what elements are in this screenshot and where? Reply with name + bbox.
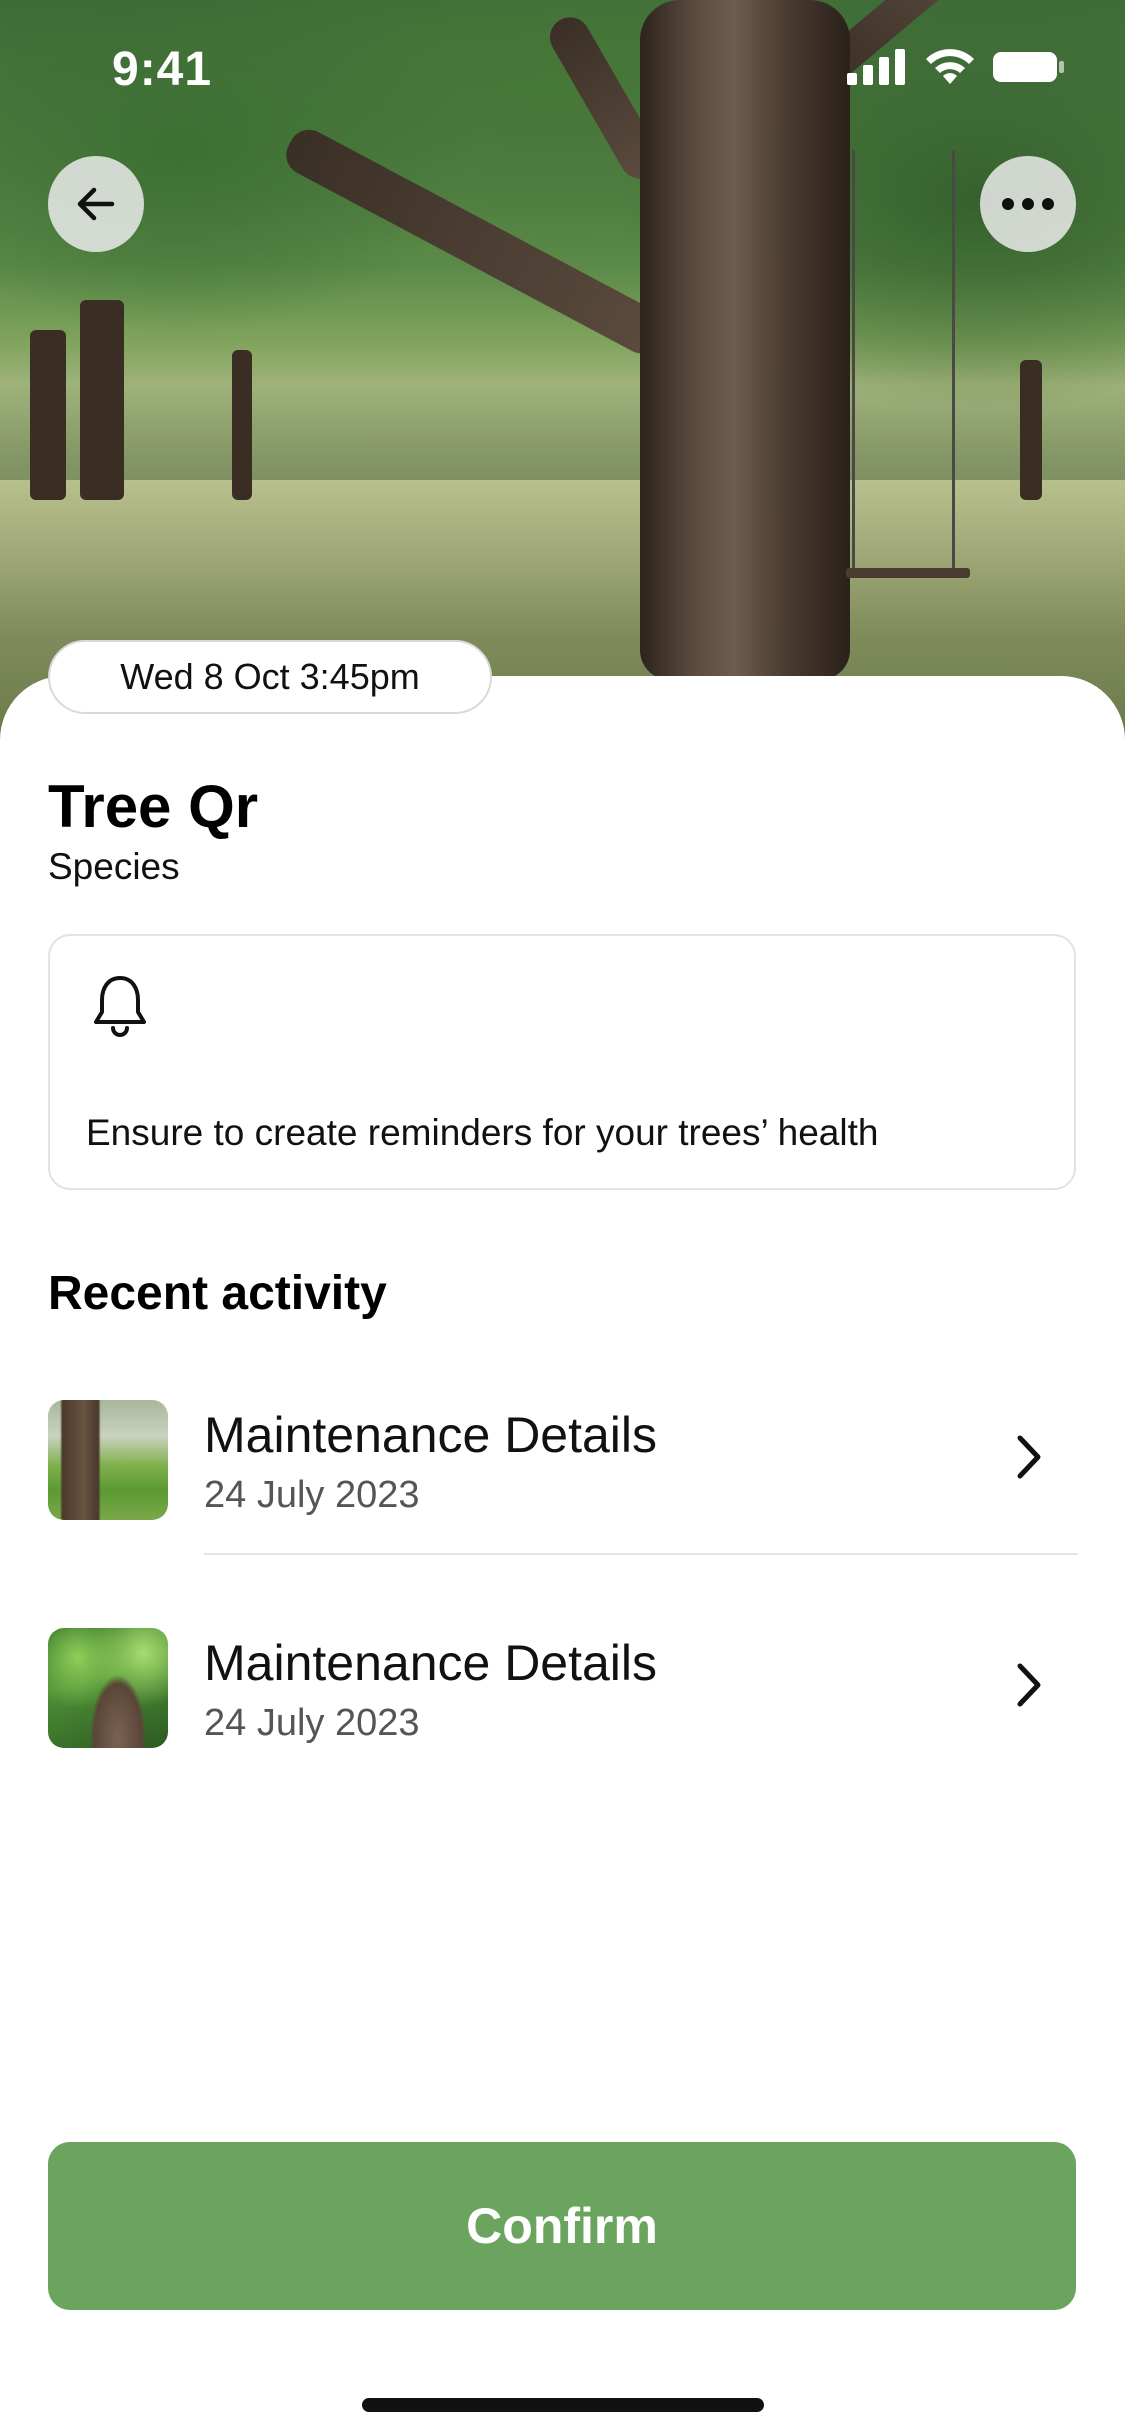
wifi-icon [926, 49, 974, 84]
confirm-button[interactable]: Confirm [48, 2142, 1076, 2310]
reminder-text: Ensure to create reminders for your tree… [86, 1112, 879, 1153]
status-bar: 9:41 [0, 0, 1125, 140]
date-chip: Wed 8 Oct 3:45pm [48, 640, 492, 714]
activity-date: 24 July 2023 [204, 1474, 420, 1516]
activity-list-item[interactable]: Maintenance Details 24 July 2023 [48, 1628, 1078, 1798]
activity-title: Maintenance Details [204, 1407, 658, 1463]
cellular-signal-icon [847, 49, 905, 85]
activity-thumbnail [48, 1628, 168, 1748]
list-divider [204, 1553, 1078, 1555]
background-tree-trunk [1020, 360, 1042, 500]
activity-date: 24 July 2023 [204, 1702, 420, 1744]
activity-title: Maintenance Details [204, 1635, 658, 1691]
tree-species-label: Species [48, 846, 180, 887]
battery-icon [993, 52, 1064, 82]
background-tree-trunk [232, 350, 252, 500]
tree-name: Tree Qr [48, 773, 259, 840]
swing-seat [846, 568, 970, 578]
home-indicator [362, 2398, 764, 2412]
status-time: 9:41 [112, 43, 213, 96]
bell-icon [94, 976, 146, 1037]
ellipsis-icon [1002, 198, 1054, 210]
recent-activity-title: Recent activity [48, 1267, 387, 1320]
background-tree-trunk [80, 300, 124, 500]
swing-rope [952, 150, 955, 570]
chevron-right-icon [1017, 1663, 1041, 1707]
more-options-button[interactable] [980, 156, 1076, 252]
activity-thumbnail [48, 1400, 168, 1520]
activity-list-item[interactable]: Maintenance Details 24 July 2023 [48, 1400, 1078, 1570]
tree-branch [279, 122, 672, 361]
tree-detail-screen: 9:41 Wed 8 Oct 3:45pm Tree Qr Species En… [0, 0, 1125, 2436]
swing-rope [852, 150, 855, 570]
back-button[interactable] [48, 156, 144, 252]
chevron-right-icon [1017, 1435, 1041, 1479]
reminder-card[interactable]: Ensure to create reminders for your tree… [48, 934, 1076, 1190]
status-icons [847, 48, 1065, 86]
arrow-left-icon [77, 187, 115, 221]
background-tree-trunk [30, 330, 66, 500]
